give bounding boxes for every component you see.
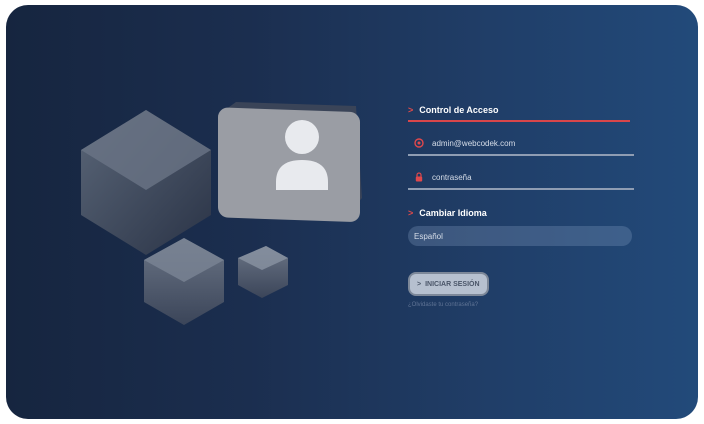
chevron-right-icon: >	[408, 207, 414, 218]
at-icon	[414, 138, 424, 148]
chevron-right-icon: >	[408, 104, 414, 115]
cube-small	[144, 238, 224, 325]
password-field[interactable]: contraseña	[408, 166, 634, 190]
login-form: > Control de Acceso admin@webcodek.com c…	[408, 105, 634, 308]
password-value: contraseña	[432, 172, 472, 182]
language-heading: > Cambiar Idioma	[408, 208, 634, 218]
chevron-right-icon: >	[417, 280, 422, 288]
email-field[interactable]: admin@webcodek.com	[408, 132, 634, 156]
cube-large	[81, 110, 211, 255]
login-label: INICIAR SESIÓN	[425, 280, 480, 288]
login-card: > Control de Acceso admin@webcodek.com c…	[6, 5, 698, 419]
access-divider	[408, 120, 630, 122]
language-title: Cambiar Idioma	[419, 208, 487, 218]
forgot-password-link[interactable]: ¿Olvidaste tu contraseña?	[408, 302, 634, 308]
access-title: Control de Acceso	[419, 105, 499, 115]
access-heading: > Control de Acceso	[408, 105, 634, 115]
login-button[interactable]: > INICIAR SESIÓN	[408, 272, 489, 296]
cube-illustration	[66, 90, 386, 340]
language-select[interactable]: Español	[408, 226, 632, 246]
email-value: admin@webcodek.com	[432, 138, 516, 148]
language-selected: Español	[414, 231, 443, 241]
user-icon	[285, 120, 319, 154]
user-cube	[218, 102, 362, 222]
lock-icon	[414, 172, 424, 182]
cube-tiny	[238, 246, 288, 298]
